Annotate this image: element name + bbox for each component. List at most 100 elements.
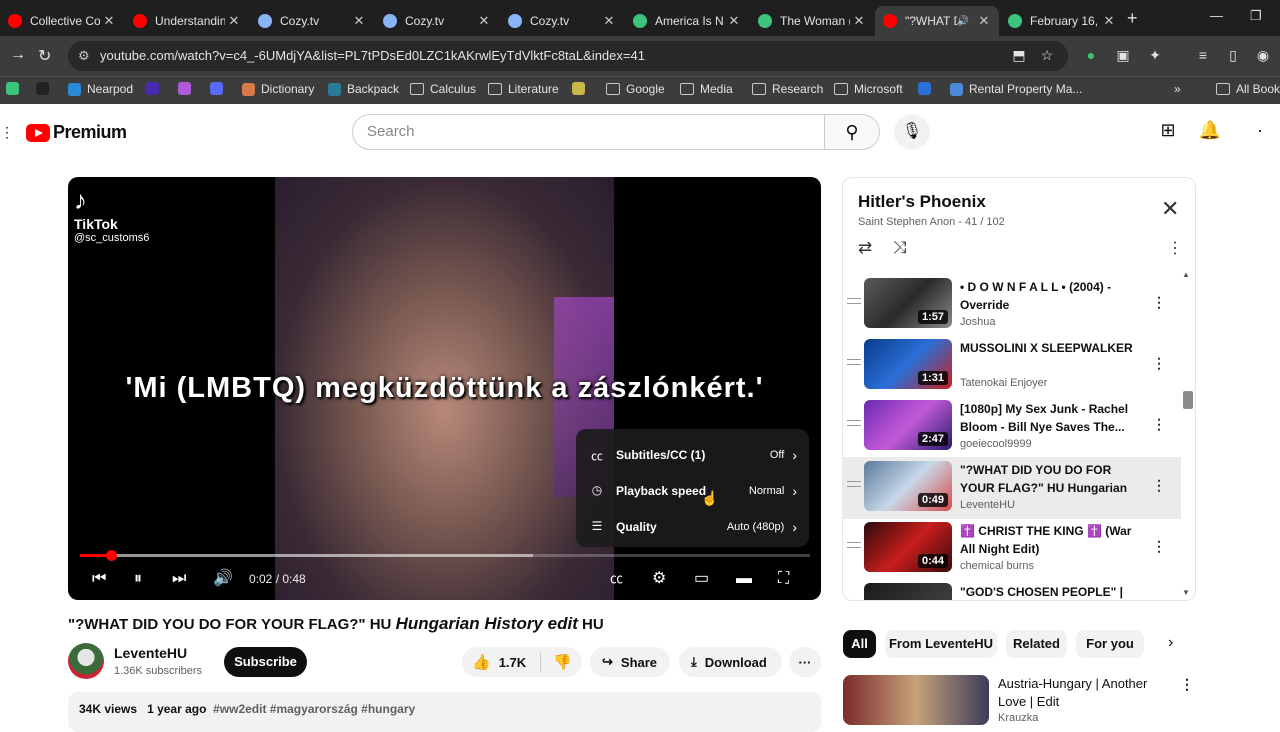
bookmark-item[interactable]: Microsoft [834,82,903,96]
menu-icon[interactable]: ⋮ [0,124,14,141]
playlist-thumbnail[interactable]: 2:47 [864,400,952,450]
recommendation-title[interactable]: Austria-Hungary | Another Love | Edit [998,675,1173,711]
bookmark-item[interactable] [146,82,165,95]
scrollbar-thumb[interactable] [1183,391,1193,409]
scroll-down-icon[interactable]: ▼ [1182,588,1190,597]
new-tab-button[interactable]: + [1127,8,1138,29]
bookmark-item[interactable] [918,82,937,95]
recommendation-channel[interactable]: Krauzka [998,712,1038,724]
search-input[interactable]: Search [352,114,825,150]
bookmark-item[interactable]: Literature [488,82,559,96]
playlist-item[interactable]: "GOD'S CHOSEN PEOPLE" | [843,579,1181,600]
chips-next-icon[interactable]: › [1168,634,1173,652]
puzzle-icon[interactable]: ✦ [1146,47,1164,65]
bookmark-item[interactable]: Media [680,82,733,96]
playlist-item-more-icon[interactable]: ⋮ [1152,538,1166,555]
extension-icon[interactable]: ▣ [1114,47,1132,65]
url-field[interactable]: ⚙ youtube.com/watch?v=c4_-6UMdjYA&list=P… [68,41,1068,71]
bookmark-item[interactable]: Research [752,82,823,96]
bookmark-item[interactable]: Calculus [410,82,476,96]
create-video-icon[interactable]: ⊞ [1156,120,1180,144]
playlist-item-title[interactable]: MUSSOLINI X SLEEPWALKER [960,339,1140,357]
progress-bar[interactable] [80,550,810,561]
bookmark-item[interactable] [210,82,229,95]
playlist-thumbnail[interactable]: 1:57 [864,278,952,328]
playlist-title[interactable]: Hitler's Phoenix [858,192,986,212]
tab-close-icon[interactable]: ✕ [475,13,493,29]
bookmark-star-icon[interactable]: ☆ [1038,47,1056,65]
browser-tab[interactable]: Cozy.tv ✕ [250,6,374,36]
shuffle-icon[interactable]: ⤨ [893,238,907,258]
hashtags[interactable]: #ww2edit #magyarország #hungary [213,702,415,716]
side-panel-icon[interactable]: ▯ [1224,47,1242,65]
install-app-icon[interactable]: ⬒ [1010,47,1028,65]
playlist-item-title[interactable]: "?WHAT DID YOU DO FOR YOUR FLAG?" HU Hun… [960,461,1140,497]
playlist-item[interactable]: 2:47 [1080p] My Sex Junk - Rachel Bloom -… [843,396,1181,458]
tab-close-icon[interactable]: ✕ [725,13,743,29]
recommendation-thumbnail[interactable] [843,675,989,725]
bookmark-item[interactable]: Dictionary [242,82,314,96]
browser-tab[interactable]: Cozy.tv ✕ [500,6,624,36]
volume-icon[interactable]: 🔊 [213,567,233,591]
account-avatar[interactable]: · [1248,120,1272,144]
video-player[interactable]: ♪ TikTok @sc_customs6 'Mi (LMBTQ) megküz… [68,177,821,600]
settings-row[interactable]: ◷ Playback speed Normal › [576,473,809,509]
profile-avatar-icon[interactable]: ◉ [1254,47,1272,65]
tab-close-icon[interactable]: ✕ [100,13,118,29]
recommendation-more-icon[interactable]: ⋮ [1180,676,1194,693]
playlist-item-more-icon[interactable]: ⋮ [1152,416,1166,433]
tab-close-icon[interactable]: ✕ [850,13,868,29]
playlist-item-title[interactable]: ✝️ CHRIST THE KING ✝️ (War All Night Edi… [960,522,1140,558]
chip-for-you[interactable]: For you [1076,630,1144,658]
chip-all[interactable]: All [843,630,876,658]
playlist-thumbnail[interactable]: 0:49 [864,461,952,511]
settings-row[interactable]: ㏄ Subtitles/CC (1) Off › [576,437,809,473]
bookmark-item[interactable]: Backpack [328,82,399,96]
bookmark-item[interactable]: Rental Property Ma... [950,82,1082,96]
channel-avatar[interactable] [68,643,104,679]
more-actions-button[interactable]: ··· [789,647,821,677]
playlist-thumbnail[interactable] [864,583,952,600]
playlist-item-more-icon[interactable]: ⋮ [1152,355,1166,372]
minimize-icon[interactable]: — [1210,8,1223,23]
search-button[interactable]: ⚲ [824,114,880,150]
playlist-item[interactable]: 0:49 "?WHAT DID YOU DO FOR YOUR FLAG?" HU… [843,457,1181,519]
media-control-icon[interactable]: ≡ [1194,47,1212,65]
download-button[interactable]: ⤓ Download [679,647,782,677]
bookmark-item[interactable] [178,82,197,95]
playlist-item-more-icon[interactable]: ⋮ [1152,294,1166,311]
settings-row[interactable]: ☰ Quality Auto (480p) › [576,509,809,545]
playlist-thumbnail[interactable]: 1:31 [864,339,952,389]
tab-close-icon[interactable]: ✕ [350,13,368,29]
miniplayer-icon[interactable]: ▭ [694,567,709,591]
subscribe-button[interactable]: Subscribe [224,647,307,677]
browser-tab[interactable]: Collective Co ✕ [0,6,124,36]
pause-icon[interactable]: ⏸ [134,567,142,591]
tab-close-icon[interactable]: ✕ [975,13,993,29]
playlist-item[interactable]: 1:57 • D O W N F A L L • (2004) - Overrid… [843,274,1181,336]
tab-audio-icon[interactable]: 🔊 [957,16,969,27]
bookmark-item[interactable] [572,82,591,95]
drag-handle-icon[interactable] [847,298,861,304]
next-icon[interactable]: ⏭ [172,567,186,591]
grammarly-icon[interactable]: ● [1082,47,1100,65]
loop-icon[interactable]: ⇄ [858,238,872,258]
all-bookmarks[interactable]: All Bookm [1216,82,1280,96]
chip-from-channel[interactable]: From LeventeHU [885,630,997,658]
dislike-icon[interactable]: 👎 [553,653,572,671]
playlist-thumbnail[interactable]: 0:44 [864,522,952,572]
voice-search-button[interactable]: 🎙 [894,114,930,150]
browser-tab[interactable]: February 16, ✕ [1000,6,1124,36]
more-bookmarks-icon[interactable]: » [1174,82,1181,96]
browser-tab[interactable]: Understandin ✕ [125,6,249,36]
tab-close-icon[interactable]: ✕ [1100,13,1118,29]
playlist-item-more-icon[interactable]: ⋮ [1152,477,1166,494]
drag-handle-icon[interactable] [847,359,861,365]
like-count[interactable]: 1.7K [499,655,526,670]
notifications-bell-icon[interactable]: 🔔 [1198,120,1222,144]
drag-handle-icon[interactable] [847,420,861,426]
browser-tab[interactable]: "?WHAT DI🔊 ✕ [875,6,999,36]
forward-arrow-icon[interactable]: → [10,46,26,64]
bookmark-item[interactable]: Nearpod [68,82,133,96]
playlist-more-icon[interactable]: ⋮ [1167,238,1183,258]
